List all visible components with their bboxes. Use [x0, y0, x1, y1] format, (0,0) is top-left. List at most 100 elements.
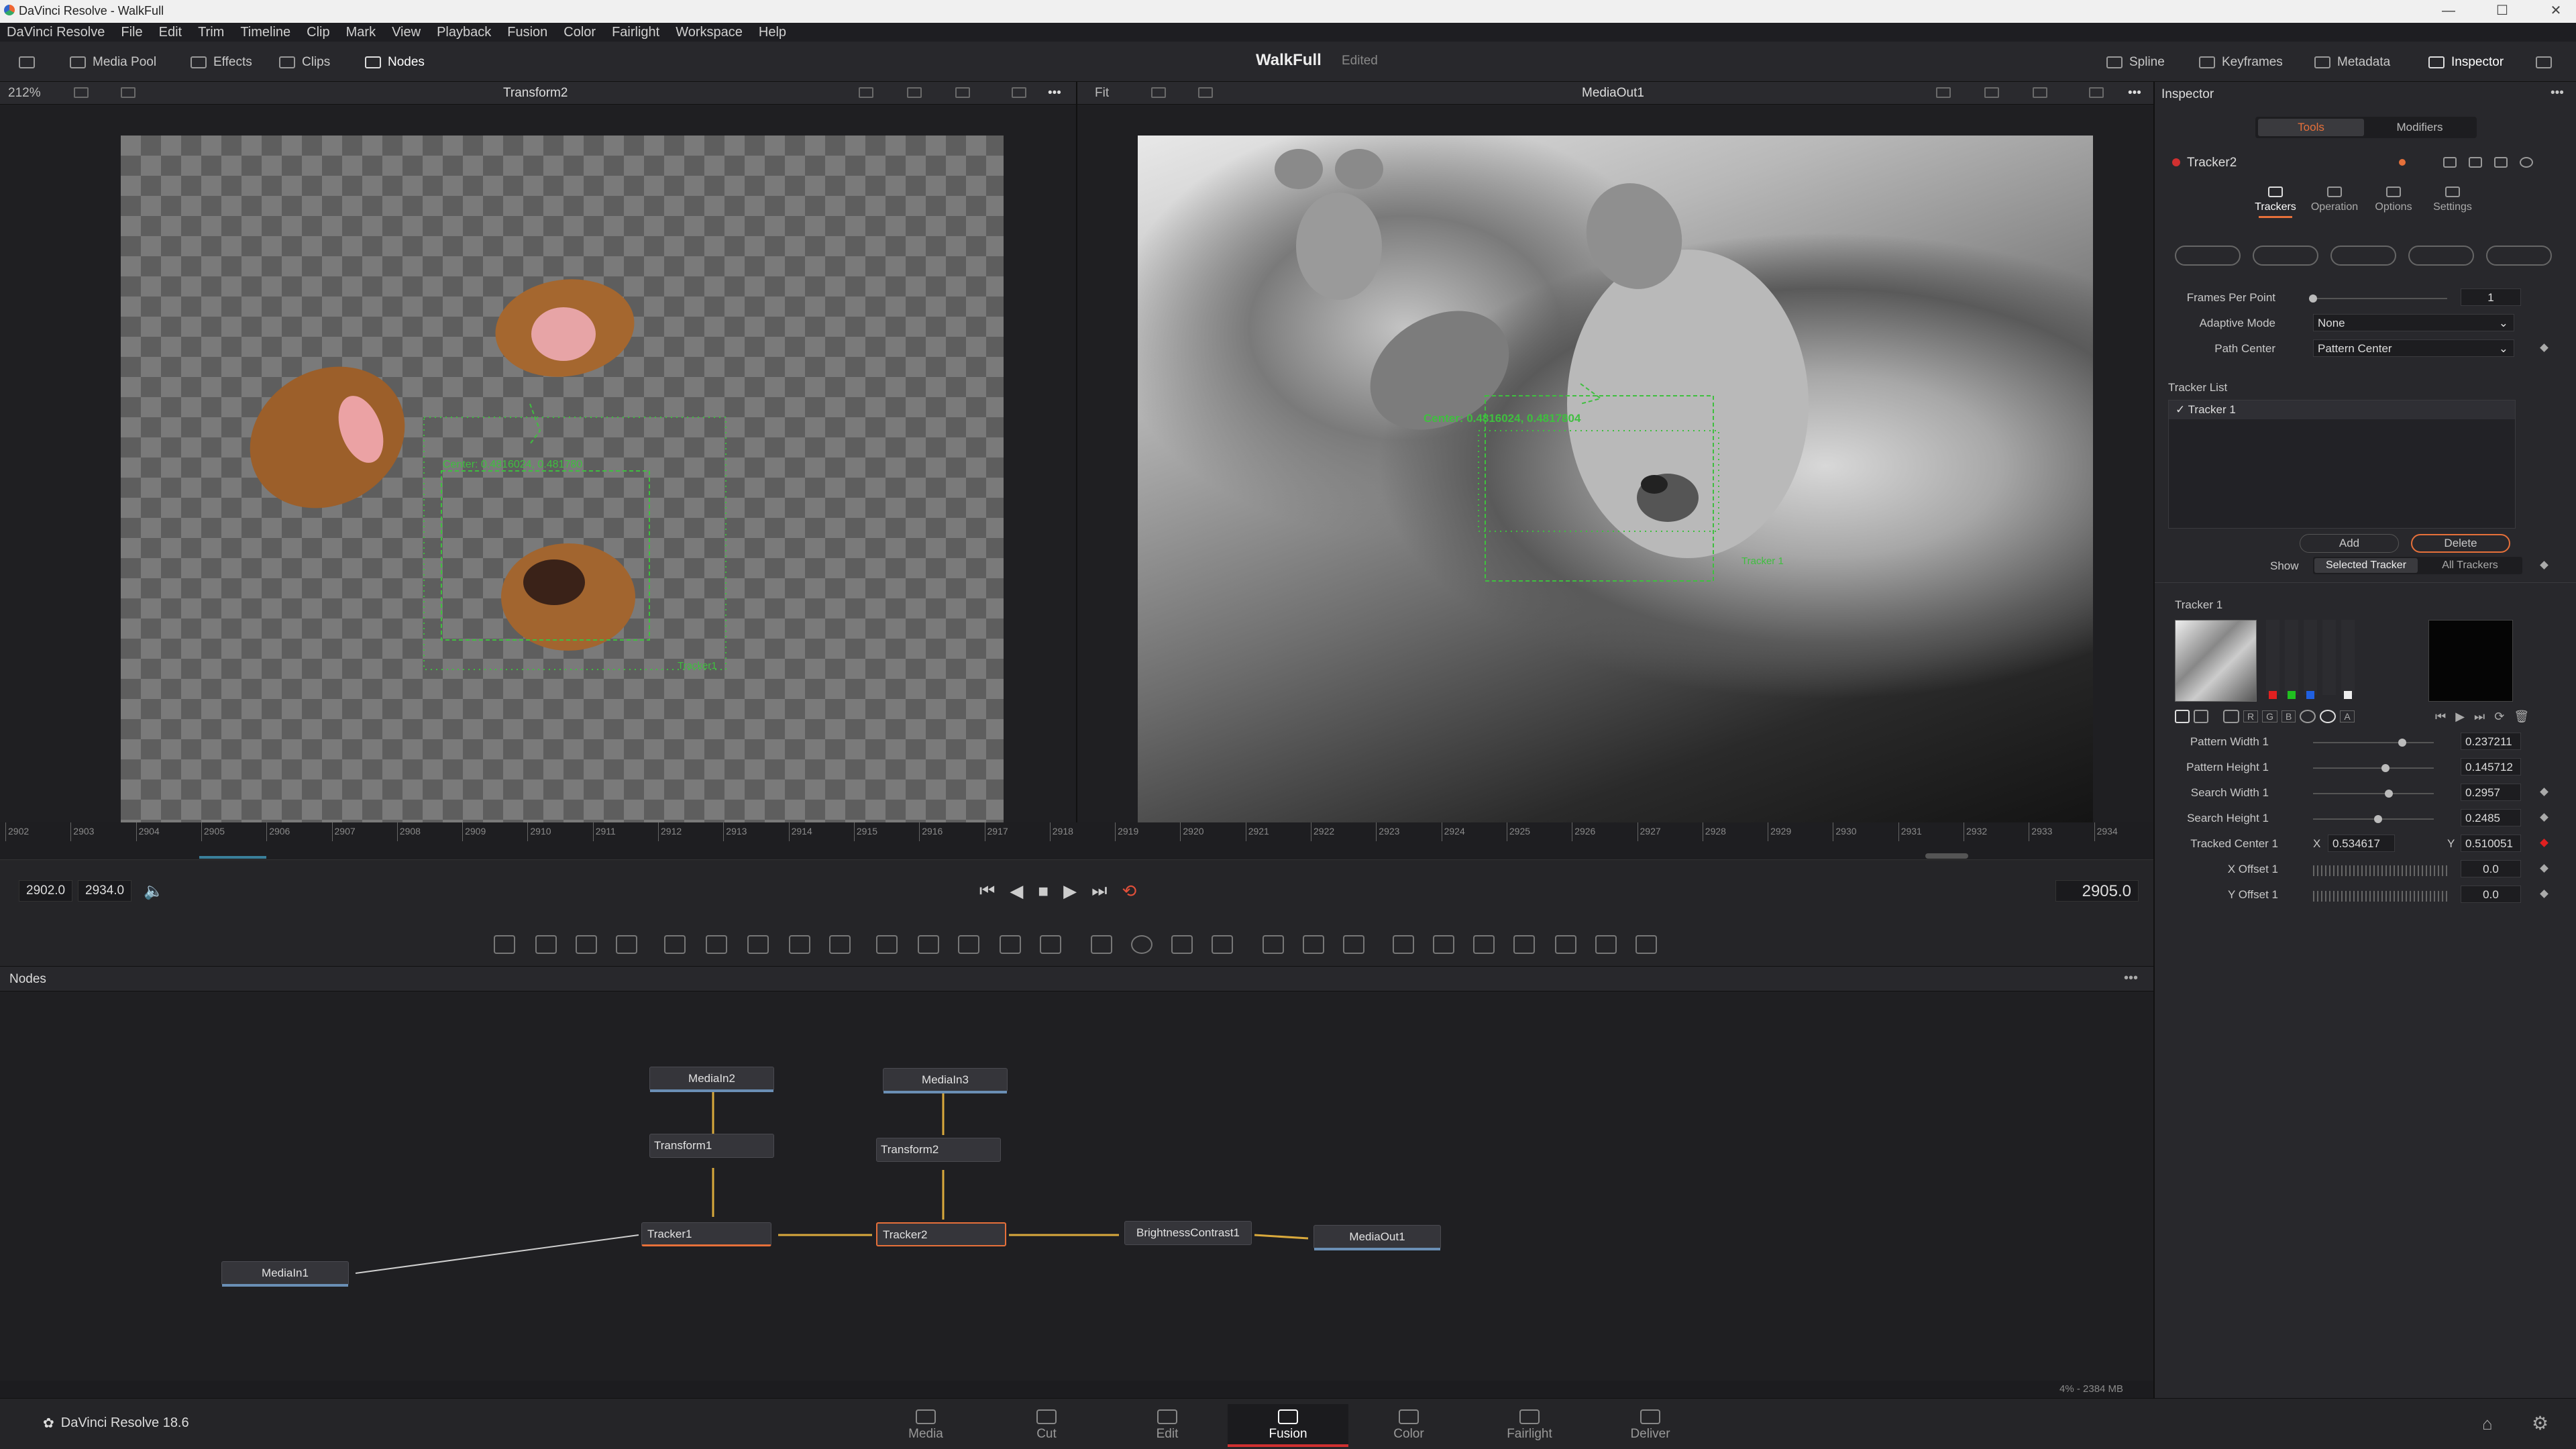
- pattern-width-slider[interactable]: [2313, 739, 2434, 747]
- keyframes-button[interactable]: Keyframes: [2199, 52, 2283, 72]
- viewer-roi-icon[interactable]: [859, 87, 873, 98]
- loader-tool-icon[interactable]: [535, 935, 557, 954]
- y-offset-dial[interactable]: [2313, 891, 2447, 902]
- page-cut[interactable]: Cut: [986, 1404, 1107, 1447]
- viewer-lut-icon[interactable]: [2033, 87, 2047, 98]
- go-to-start-icon[interactable]: ⏮: [979, 880, 995, 902]
- previous-keyframe-icon[interactable]: ⏮: [2435, 710, 2446, 724]
- keyframe-diamond-icon[interactable]: [2540, 890, 2548, 898]
- loop-icon[interactable]: ⟲: [1122, 881, 1137, 902]
- subtab-settings[interactable]: Settings: [2426, 186, 2479, 213]
- node-mediaout1[interactable]: MediaOut1: [1313, 1225, 1441, 1250]
- viewer-option-icon[interactable]: [1151, 87, 1166, 98]
- node-transform2[interactable]: Transform2: [876, 1138, 1001, 1162]
- menu-color[interactable]: Color: [555, 23, 604, 42]
- menu-clip[interactable]: Clip: [299, 23, 337, 42]
- right-viewer[interactable]: Center: 0.4816024, 0.4817804 Tracker 1: [1076, 105, 2153, 824]
- pbounce-tool-icon[interactable]: [1343, 935, 1364, 954]
- channel-r-button[interactable]: R: [2243, 710, 2259, 722]
- transform-tool-icon[interactable]: [1040, 935, 1061, 954]
- node-brightnesscontrast1[interactable]: BrightnessContrast1: [1124, 1221, 1252, 1245]
- background-tool-icon[interactable]: [494, 935, 515, 954]
- left-viewer-zoom[interactable]: 212%: [8, 86, 41, 101]
- slider-knob[interactable]: [2398, 739, 2407, 747]
- inspector-more-icon[interactable]: •••: [2551, 86, 2564, 101]
- particles-tool-icon[interactable]: [664, 935, 686, 954]
- color-mode-icon[interactable]: [2175, 710, 2190, 723]
- minimize-button[interactable]: —: [2428, 0, 2469, 23]
- add-tracker-button[interactable]: Add: [2300, 534, 2399, 553]
- play-reverse-icon[interactable]: ◀: [1010, 881, 1023, 902]
- menu-timeline[interactable]: Timeline: [232, 23, 299, 42]
- maximize-button[interactable]: ☐: [2482, 0, 2522, 23]
- go-to-end-icon[interactable]: ⏭: [1091, 880, 1107, 902]
- frames-per-point-field[interactable]: 1: [2461, 288, 2521, 306]
- tab-tools[interactable]: Tools: [2258, 119, 2364, 136]
- current-frame-field[interactable]: 2905.0: [2055, 880, 2139, 902]
- subtab-options[interactable]: Options: [2367, 186, 2420, 213]
- rectangle-mask-icon[interactable]: [1091, 935, 1112, 954]
- rgb-mode-icon[interactable]: [2223, 710, 2239, 723]
- stop-tracking-button[interactable]: [2330, 246, 2396, 266]
- node-mediain1[interactable]: MediaIn1: [221, 1261, 349, 1287]
- menu-davinci-resolve[interactable]: DaVinci Resolve: [0, 23, 113, 42]
- color-tool-icon[interactable]: [829, 935, 851, 954]
- viewer-option-icon[interactable]: [121, 87, 136, 98]
- luma-mode-icon[interactable]: [2194, 710, 2208, 723]
- menu-help[interactable]: Help: [751, 23, 794, 42]
- search-height-slider[interactable]: [2313, 815, 2434, 823]
- menu-mark[interactable]: Mark: [338, 23, 384, 42]
- menu-fairlight[interactable]: Fairlight: [604, 23, 667, 42]
- text3d-tool-icon[interactable]: [1433, 935, 1454, 954]
- x-offset-dial[interactable]: [2313, 865, 2447, 876]
- reset-icon[interactable]: [2520, 157, 2533, 168]
- play-forward-icon[interactable]: ▶: [1063, 881, 1077, 902]
- loop-icon[interactable]: ⟳: [2494, 710, 2504, 724]
- emitter-tool-icon[interactable]: [1263, 935, 1284, 954]
- spline-button[interactable]: Spline: [2106, 52, 2165, 72]
- channel-b-button[interactable]: B: [2282, 710, 2296, 722]
- node-editor[interactable]: MediaIn2 MediaIn3 Transform1 Transform2 …: [0, 991, 2153, 1381]
- blur-tool-icon[interactable]: [706, 935, 727, 954]
- keyframe-diamond-icon[interactable]: [2540, 813, 2548, 822]
- pin-icon[interactable]: [2469, 157, 2482, 168]
- channel-tool-icon[interactable]: [918, 935, 939, 954]
- media-pool-button[interactable]: Media Pool: [70, 52, 156, 72]
- node-mediain2[interactable]: MediaIn2: [649, 1067, 774, 1092]
- page-media[interactable]: Media: [865, 1404, 986, 1447]
- pattern-width-field[interactable]: 0.237211: [2461, 733, 2521, 750]
- tab-modifiers[interactable]: Modifiers: [2367, 119, 2473, 136]
- next-keyframe-icon[interactable]: ⏭: [2474, 710, 2485, 724]
- ellipse-mask-icon[interactable]: [1131, 935, 1152, 954]
- menu-view[interactable]: View: [384, 23, 429, 42]
- page-fairlight[interactable]: Fairlight: [1469, 1404, 1590, 1447]
- text-tool-icon[interactable]: [576, 935, 597, 954]
- stop-icon[interactable]: ■: [1038, 881, 1049, 902]
- menu-workspace[interactable]: Workspace: [667, 23, 751, 42]
- viewer-option-icon[interactable]: [74, 87, 89, 98]
- circle-mode-icon[interactable]: [2300, 710, 2316, 723]
- nodes-more-icon[interactable]: •••: [2124, 971, 2138, 986]
- brightness-tool-icon[interactable]: [747, 935, 769, 954]
- timeline-scrollbar[interactable]: [1925, 853, 1968, 859]
- pattern-height-slider[interactable]: [2313, 764, 2434, 772]
- keyframe-diamond-icon[interactable]: [2540, 343, 2548, 352]
- page-color[interactable]: Color: [1348, 1404, 1469, 1447]
- viewer-view-icon[interactable]: [1012, 87, 1026, 98]
- x-offset-field[interactable]: 0.0: [2461, 860, 2521, 877]
- viewer-view-icon[interactable]: [2089, 87, 2104, 98]
- path-center-dropdown[interactable]: Pattern Center ⌄: [2313, 339, 2514, 357]
- close-button[interactable]: ✕: [2536, 0, 2576, 23]
- bspline-mask-icon[interactable]: [1212, 935, 1233, 954]
- track-forward-button[interactable]: [2408, 246, 2474, 266]
- nodes-button[interactable]: Nodes: [365, 52, 425, 72]
- effects-button[interactable]: Effects: [191, 52, 252, 72]
- subtab-operation[interactable]: Operation: [2308, 186, 2361, 213]
- audio-speaker-icon[interactable]: 🔈: [144, 881, 164, 901]
- node-mediain3[interactable]: MediaIn3: [883, 1068, 1008, 1093]
- page-edit[interactable]: Edit: [1107, 1404, 1228, 1447]
- track-reverse-from-end-button[interactable]: [2175, 246, 2241, 266]
- channel-a-button[interactable]: A: [2340, 710, 2355, 722]
- viewer-more-icon[interactable]: •••: [1048, 86, 1061, 101]
- tracked-center-y-field[interactable]: 0.510051: [2461, 835, 2521, 852]
